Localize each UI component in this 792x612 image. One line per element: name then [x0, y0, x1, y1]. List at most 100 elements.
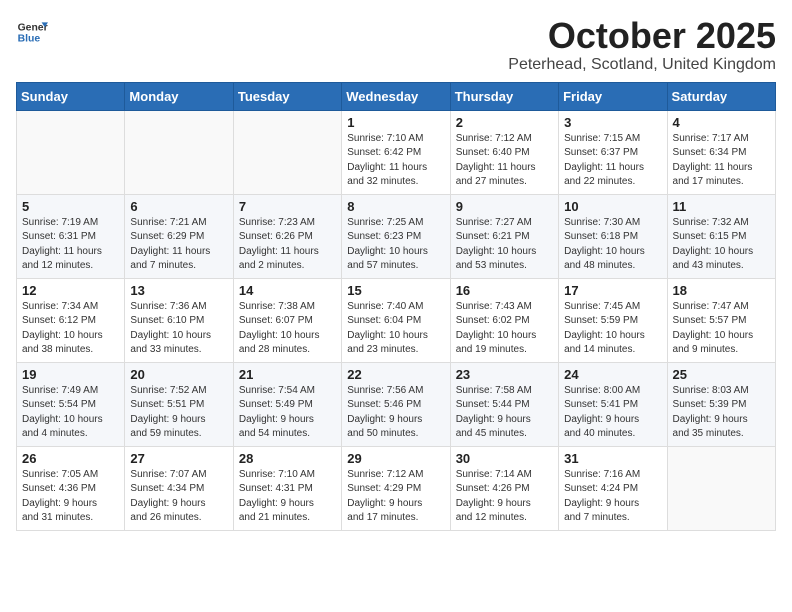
- day-info: Sunrise: 7:47 AM Sunset: 5:57 PM Dayligh…: [673, 300, 770, 358]
- calendar-cell: 5 Sunrise: 7:19 AM Sunset: 6:31 PM Daylig…: [17, 194, 125, 278]
- calendar-cell: 21 Sunrise: 7:54 AM Sunset: 5:49 PM Dayli…: [233, 362, 341, 446]
- day-info: Sunrise: 7:25 AM Sunset: 6:23 PM Dayligh…: [347, 216, 444, 274]
- day-number: 19: [22, 367, 119, 382]
- calendar-cell: 15 Sunrise: 7:40 AM Sunset: 6:04 PM Dayli…: [342, 278, 450, 362]
- day-number: 30: [456, 451, 553, 466]
- header: General Blue October 2025 Peterhead, Sco…: [16, 16, 776, 74]
- day-info: Sunrise: 8:00 AM Sunset: 5:41 PM Dayligh…: [564, 384, 661, 442]
- day-header-sunday: Sunday: [17, 82, 125, 110]
- day-number: 23: [456, 367, 553, 382]
- day-info: Sunrise: 7:05 AM Sunset: 4:36 PM Dayligh…: [22, 468, 119, 526]
- day-info: Sunrise: 7:10 AM Sunset: 4:31 PM Dayligh…: [239, 468, 336, 526]
- calendar-cell: 1 Sunrise: 7:10 AM Sunset: 6:42 PM Daylig…: [342, 110, 450, 194]
- calendar-cell: 17Sunrise: 7:45 AM Sunset: 5:59 PM Dayli…: [559, 278, 667, 362]
- calendar-week-row: 26 Sunrise: 7:05 AM Sunset: 4:36 PM Dayli…: [17, 446, 776, 530]
- day-info: Sunrise: 7:12 AM Sunset: 4:29 PM Dayligh…: [347, 468, 444, 526]
- day-header-saturday: Saturday: [667, 82, 775, 110]
- day-number: 29: [347, 451, 444, 466]
- calendar-cell: 29 Sunrise: 7:12 AM Sunset: 4:29 PM Dayli…: [342, 446, 450, 530]
- day-info: Sunrise: 7:43 AM Sunset: 6:02 PM Dayligh…: [456, 300, 553, 358]
- calendar-cell: 4Sunrise: 7:17 AM Sunset: 6:34 PM Daylig…: [667, 110, 775, 194]
- calendar-cell: 13 Sunrise: 7:36 AM Sunset: 6:10 PM Dayli…: [125, 278, 233, 362]
- day-number: 28: [239, 451, 336, 466]
- calendar-cell: [125, 110, 233, 194]
- day-info: Sunrise: 7:56 AM Sunset: 5:46 PM Dayligh…: [347, 384, 444, 442]
- month-title: October 2025: [508, 16, 776, 56]
- day-number: 22: [347, 367, 444, 382]
- day-number: 27: [130, 451, 227, 466]
- day-info: Sunrise: 7:38 AM Sunset: 6:07 PM Dayligh…: [239, 300, 336, 358]
- location-subtitle: Peterhead, Scotland, United Kingdom: [508, 56, 776, 74]
- logo: General Blue: [16, 16, 48, 48]
- calendar-cell: 20 Sunrise: 7:52 AM Sunset: 5:51 PM Dayli…: [125, 362, 233, 446]
- day-info: Sunrise: 7:21 AM Sunset: 6:29 PM Dayligh…: [130, 216, 227, 274]
- title-area: October 2025 Peterhead, Scotland, United…: [508, 16, 776, 74]
- day-number: 21: [239, 367, 336, 382]
- day-number: 2: [456, 115, 553, 130]
- day-info: Sunrise: 7:49 AM Sunset: 5:54 PM Dayligh…: [22, 384, 119, 442]
- calendar-cell: 3 Sunrise: 7:15 AM Sunset: 6:37 PM Daylig…: [559, 110, 667, 194]
- day-info: Sunrise: 7:32 AM Sunset: 6:15 PM Dayligh…: [673, 216, 770, 274]
- calendar-cell: 8 Sunrise: 7:25 AM Sunset: 6:23 PM Daylig…: [342, 194, 450, 278]
- day-number: 8: [347, 199, 444, 214]
- day-number: 3: [564, 115, 661, 130]
- day-header-thursday: Thursday: [450, 82, 558, 110]
- day-number: 18: [673, 283, 770, 298]
- day-number: 31: [564, 451, 661, 466]
- calendar-cell: 23 Sunrise: 7:58 AM Sunset: 5:44 PM Dayli…: [450, 362, 558, 446]
- day-number: 26: [22, 451, 119, 466]
- day-info: Sunrise: 7:15 AM Sunset: 6:37 PM Dayligh…: [564, 132, 661, 190]
- day-header-wednesday: Wednesday: [342, 82, 450, 110]
- day-info: Sunrise: 7:10 AM Sunset: 6:42 PM Dayligh…: [347, 132, 444, 190]
- calendar-cell: 25 Sunrise: 8:03 AM Sunset: 5:39 PM Dayli…: [667, 362, 775, 446]
- day-number: 4: [673, 115, 770, 130]
- day-number: 9: [456, 199, 553, 214]
- day-number: 5: [22, 199, 119, 214]
- calendar-cell: 30 Sunrise: 7:14 AM Sunset: 4:26 PM Dayli…: [450, 446, 558, 530]
- day-info: Sunrise: 7:40 AM Sunset: 6:04 PM Dayligh…: [347, 300, 444, 358]
- day-info: Sunrise: 7:52 AM Sunset: 5:51 PM Dayligh…: [130, 384, 227, 442]
- day-number: 25: [673, 367, 770, 382]
- calendar-cell: 2 Sunrise: 7:12 AM Sunset: 6:40 PM Daylig…: [450, 110, 558, 194]
- day-info: Sunrise: 7:54 AM Sunset: 5:49 PM Dayligh…: [239, 384, 336, 442]
- day-info: Sunrise: 7:27 AM Sunset: 6:21 PM Dayligh…: [456, 216, 553, 274]
- day-number: 10: [564, 199, 661, 214]
- calendar-cell: 6Sunrise: 7:21 AM Sunset: 6:29 PM Daylig…: [125, 194, 233, 278]
- day-header-tuesday: Tuesday: [233, 82, 341, 110]
- day-info: Sunrise: 7:16 AM Sunset: 4:24 PM Dayligh…: [564, 468, 661, 526]
- day-header-friday: Friday: [559, 82, 667, 110]
- calendar-header-row: SundayMondayTuesdayWednesdayThursdayFrid…: [17, 82, 776, 110]
- day-number: 13: [130, 283, 227, 298]
- calendar-week-row: 12Sunrise: 7:34 AM Sunset: 6:12 PM Dayli…: [17, 278, 776, 362]
- day-number: 7: [239, 199, 336, 214]
- day-number: 17: [564, 283, 661, 298]
- day-info: Sunrise: 7:14 AM Sunset: 4:26 PM Dayligh…: [456, 468, 553, 526]
- calendar-table: SundayMondayTuesdayWednesdayThursdayFrid…: [16, 82, 776, 531]
- day-info: Sunrise: 7:36 AM Sunset: 6:10 PM Dayligh…: [130, 300, 227, 358]
- day-info: Sunrise: 7:30 AM Sunset: 6:18 PM Dayligh…: [564, 216, 661, 274]
- calendar-cell: [17, 110, 125, 194]
- calendar-cell: 22 Sunrise: 7:56 AM Sunset: 5:46 PM Dayli…: [342, 362, 450, 446]
- day-number: 1: [347, 115, 444, 130]
- day-info: Sunrise: 7:58 AM Sunset: 5:44 PM Dayligh…: [456, 384, 553, 442]
- day-info: Sunrise: 7:19 AM Sunset: 6:31 PM Dayligh…: [22, 216, 119, 274]
- day-info: Sunrise: 8:03 AM Sunset: 5:39 PM Dayligh…: [673, 384, 770, 442]
- calendar-cell: 19 Sunrise: 7:49 AM Sunset: 5:54 PM Dayli…: [17, 362, 125, 446]
- day-number: 12: [22, 283, 119, 298]
- day-number: 11: [673, 199, 770, 214]
- day-info: Sunrise: 7:23 AM Sunset: 6:26 PM Dayligh…: [239, 216, 336, 274]
- calendar-cell: [667, 446, 775, 530]
- day-info: Sunrise: 7:12 AM Sunset: 6:40 PM Dayligh…: [456, 132, 553, 190]
- day-number: 15: [347, 283, 444, 298]
- day-number: 16: [456, 283, 553, 298]
- day-number: 14: [239, 283, 336, 298]
- calendar-cell: 31 Sunrise: 7:16 AM Sunset: 4:24 PM Dayli…: [559, 446, 667, 530]
- calendar-cell: 16 Sunrise: 7:43 AM Sunset: 6:02 PM Dayli…: [450, 278, 558, 362]
- calendar-cell: 7 Sunrise: 7:23 AM Sunset: 6:26 PM Daylig…: [233, 194, 341, 278]
- calendar-cell: 28 Sunrise: 7:10 AM Sunset: 4:31 PM Dayli…: [233, 446, 341, 530]
- calendar-cell: 10 Sunrise: 7:30 AM Sunset: 6:18 PM Dayli…: [559, 194, 667, 278]
- day-header-monday: Monday: [125, 82, 233, 110]
- day-info: Sunrise: 7:07 AM Sunset: 4:34 PM Dayligh…: [130, 468, 227, 526]
- day-number: 20: [130, 367, 227, 382]
- calendar-cell: 11 Sunrise: 7:32 AM Sunset: 6:15 PM Dayli…: [667, 194, 775, 278]
